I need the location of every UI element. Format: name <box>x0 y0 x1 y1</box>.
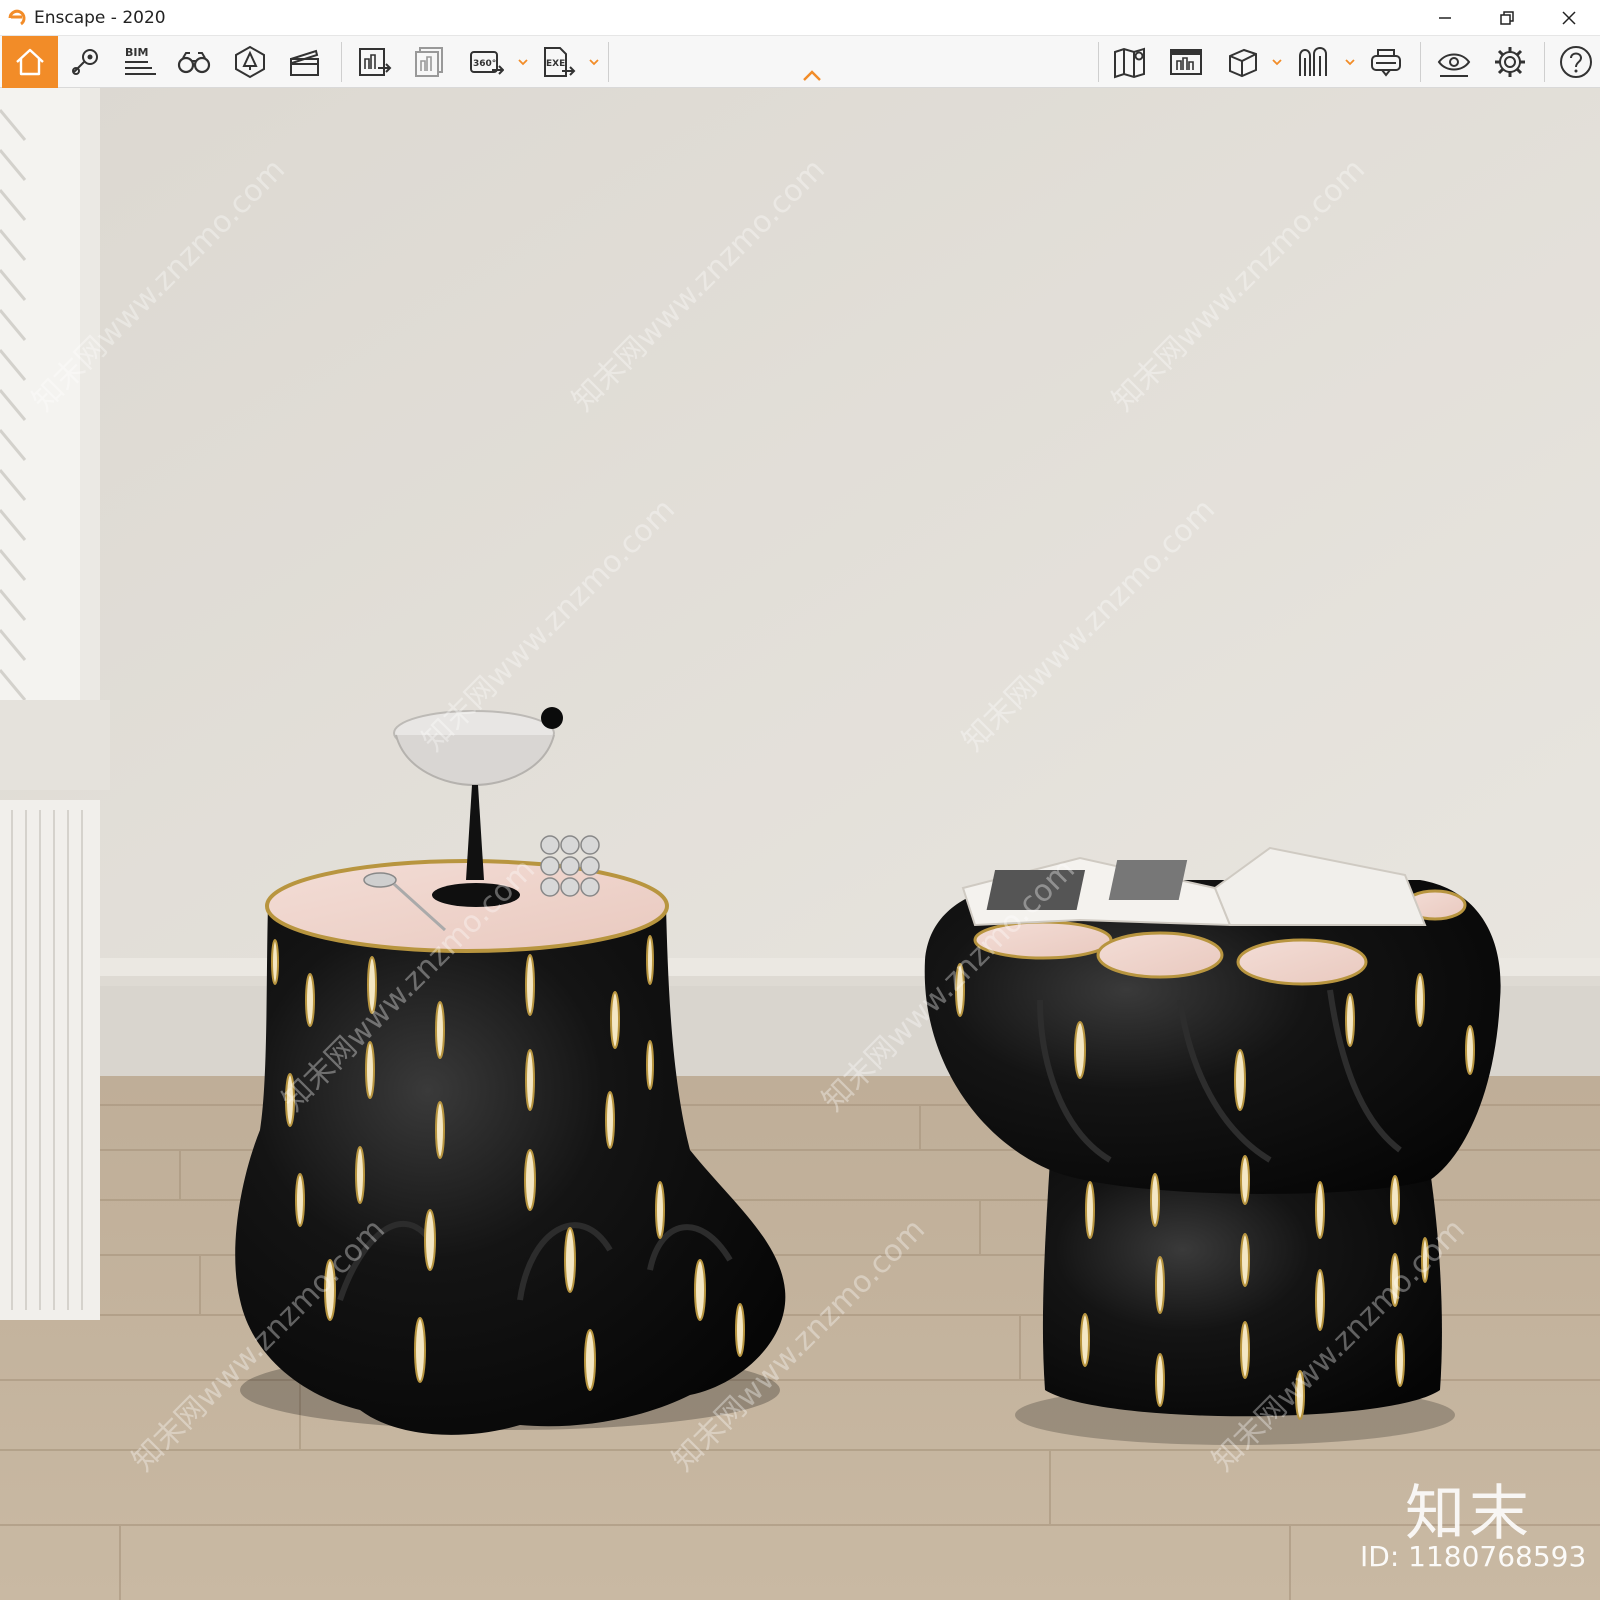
walk-mode-button[interactable] <box>172 40 216 84</box>
chevron-up-icon <box>803 70 821 81</box>
render-viewport[interactable]: 知末网www.znzmo.com 知末网www.znzmo.com 知末网www… <box>0 88 1600 1600</box>
screenshot-gallery-icon <box>1170 49 1202 75</box>
views-button[interactable] <box>64 40 108 84</box>
toolbar-separator <box>608 42 609 82</box>
toolbar-separator <box>341 42 342 82</box>
asset-library-icon <box>235 45 265 79</box>
vr-headset-button[interactable] <box>1364 40 1408 84</box>
home-icon <box>16 48 44 76</box>
material-dropdown-button[interactable] <box>1270 52 1284 72</box>
bim-icon: BIM <box>125 46 156 75</box>
split-view-button[interactable] <box>1292 40 1336 84</box>
video-editor-button[interactable] <box>282 40 326 84</box>
chevron-down-icon <box>589 59 599 66</box>
split-view-icon <box>1299 47 1327 76</box>
views-icon <box>72 49 98 75</box>
visual-settings-button[interactable] <box>1432 40 1476 84</box>
split-view-dropdown-button[interactable] <box>1343 52 1357 72</box>
batch-render-button[interactable] <box>408 40 452 84</box>
window-title: Enscape - 2020 <box>34 7 166 28</box>
screenshot-gallery-button[interactable] <box>1164 40 1208 84</box>
svg-text:BIM: BIM <box>125 46 148 59</box>
export-exe-icon: EXE <box>544 47 576 77</box>
svg-text:EXE: EXE <box>546 59 565 69</box>
settings-gear-icon <box>1495 47 1525 77</box>
radiator <box>0 800 100 1320</box>
video-editor-icon <box>290 49 319 76</box>
collapse-toolbar-button[interactable] <box>800 66 824 86</box>
render-screenshot-button[interactable] <box>352 40 396 84</box>
title-bar: Enscape - 2020 <box>0 0 1600 36</box>
render-panorama-icon: 360° <box>470 51 504 75</box>
map-icon <box>1114 47 1145 79</box>
watermark-logo: 知末 <box>1405 1479 1533 1549</box>
minimize-icon <box>1439 17 1451 19</box>
window-controls <box>1414 0 1600 36</box>
panorama-dropdown-button[interactable] <box>516 52 530 72</box>
map-button[interactable] <box>1108 40 1152 84</box>
enscape-logo-icon <box>8 9 26 25</box>
bim-button[interactable]: BIM <box>118 40 162 84</box>
vr-headset-icon <box>1371 49 1401 77</box>
close-icon <box>1562 11 1576 25</box>
settings-button[interactable] <box>1488 40 1532 84</box>
help-icon <box>1560 46 1592 78</box>
chevron-down-icon <box>1272 59 1282 66</box>
binoculars-icon <box>177 52 211 74</box>
cube-icon <box>1229 48 1257 78</box>
close-button[interactable] <box>1538 0 1600 36</box>
export-dropdown-button[interactable] <box>587 52 601 72</box>
material-editor-button[interactable] <box>1220 40 1264 84</box>
batch-render-icon <box>415 47 443 77</box>
render-panorama-button[interactable]: 360° <box>464 40 508 84</box>
toolbar-separator <box>1544 42 1545 82</box>
restore-icon <box>1500 11 1514 25</box>
help-button[interactable] <box>1554 40 1598 84</box>
toolbar-separator <box>1420 42 1421 82</box>
asset-library-button[interactable] <box>228 40 272 84</box>
render-screenshot-icon <box>359 48 392 76</box>
watermark-id: ID: 1180768593 <box>1360 1540 1587 1573</box>
export-exe-button[interactable]: EXE <box>536 40 580 84</box>
toolbar-separator <box>1098 42 1099 82</box>
visual-settings-icon <box>1437 53 1471 77</box>
svg-text:360°: 360° <box>473 59 496 69</box>
home-button[interactable] <box>2 36 58 88</box>
minimize-button[interactable] <box>1414 0 1476 36</box>
restore-button[interactable] <box>1476 0 1538 36</box>
chevron-down-icon <box>1345 59 1355 66</box>
chevron-down-icon <box>518 59 528 66</box>
